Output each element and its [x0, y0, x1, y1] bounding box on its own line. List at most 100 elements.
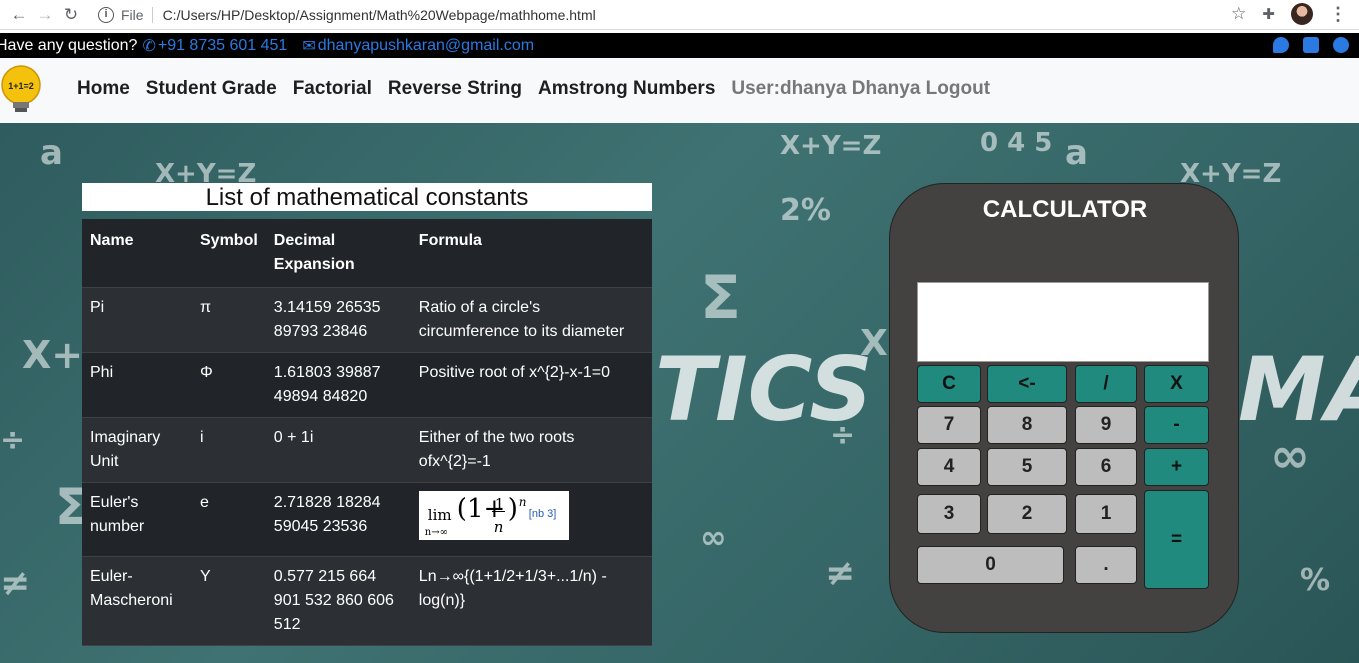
browser-actions: ☆ ✚ ⋮	[1231, 3, 1347, 25]
doodle-numbers: 0 4 5	[980, 128, 1053, 158]
key-backspace[interactable]: <-	[987, 365, 1067, 403]
email-link[interactable]: ✉ dhanyapushkaran@gmail.com	[302, 36, 534, 56]
extensions-icon[interactable]: ✚	[1262, 5, 1275, 23]
nav-reverse-string[interactable]: Reverse String	[388, 78, 522, 100]
doodle-word: MA	[1238, 338, 1359, 441]
phone-number: +91 8735 601 451	[157, 36, 288, 54]
key-4[interactable]: 4	[917, 448, 981, 486]
doodle-a: a	[1065, 133, 1088, 173]
contact-bar: Have any question? ✆ +91 8735 601 451 ✉ …	[0, 33, 1359, 58]
lightbulb-logo-icon[interactable]: 1+1=2	[0, 65, 42, 117]
phone-link[interactable]: ✆ +91 8735 601 451	[142, 36, 287, 56]
address-bar[interactable]: i File C:/Users/HP/Desktop/Assignment/Ma…	[98, 6, 596, 23]
key-0[interactable]: 0	[917, 546, 1064, 584]
question-text: Have any question?	[0, 36, 138, 54]
key-dot[interactable]: .	[1075, 546, 1137, 584]
cell-symbol: π	[192, 287, 266, 353]
doodle-infinity: ∞	[700, 518, 727, 556]
formula-sub: n→∞	[424, 527, 448, 538]
cell-decimal: 3.14159 26535 89793 23846	[265, 287, 411, 353]
cell-formula: Ln→∞{(1+1/2+1/3+...1/n) - log(n)}	[410, 556, 652, 646]
formula-num: 1	[494, 495, 505, 513]
doodle-percent: %	[1300, 563, 1331, 598]
envelope-icon: ✉	[302, 37, 316, 55]
table-row: Euler's number e 2.71828 18284 59045 235…	[82, 482, 652, 557]
cell-formula: lim n→∞ (1+ 1 n ) n [nb 3]	[410, 482, 652, 557]
header-name: Name	[82, 219, 192, 288]
facebook-icon[interactable]	[1333, 37, 1349, 53]
header-symbol: Symbol	[192, 219, 266, 288]
url-text[interactable]: C:/Users/HP/Desktop/Assignment/Math%20We…	[163, 7, 596, 23]
cell-name: Euler-Mascheroni	[82, 556, 192, 646]
nav-amstrong-numbers[interactable]: Amstrong Numbers	[538, 78, 715, 100]
doodle-x: X	[860, 323, 888, 364]
key-7[interactable]: 7	[917, 406, 981, 444]
table-row: Phi Φ 1.61803 39887 49894 84820 Positive…	[82, 352, 652, 418]
profile-avatar[interactable]	[1291, 3, 1313, 25]
nav-user-logout[interactable]: User:dhanya Dhanya Logout	[731, 78, 990, 100]
cell-symbol: Y	[192, 556, 266, 646]
key-plus[interactable]: +	[1144, 448, 1209, 486]
constants-title: List of mathematical constants	[82, 183, 652, 211]
key-2[interactable]: 2	[987, 494, 1067, 534]
twitter-icon[interactable]	[1273, 37, 1289, 53]
doodle-division: ÷	[0, 423, 26, 458]
cell-formula: Either of the two roots ofx^{2}=-1	[410, 417, 652, 483]
divider	[151, 6, 153, 23]
doodle-sigma: Σ	[700, 263, 741, 333]
cell-symbol: e	[192, 482, 266, 557]
social-links	[1273, 37, 1349, 53]
doodle-division: ÷	[830, 418, 856, 453]
cell-symbol: Φ	[192, 352, 266, 418]
forward-icon[interactable]: →	[32, 2, 58, 28]
cell-symbol: i	[192, 417, 266, 483]
file-label: File	[121, 6, 144, 23]
key-3[interactable]: 3	[917, 494, 981, 534]
nav-links: Home Student Grade Factorial Reverse Str…	[77, 78, 990, 100]
doodle-percent: 2%	[780, 193, 831, 228]
table-row: Pi π 3.14159 26535 89793 23846 Ratio of …	[82, 287, 652, 353]
nav-student-grade[interactable]: Student Grade	[146, 78, 277, 100]
cell-decimal: 0 + 1i	[265, 417, 411, 483]
doodle-neq: ≠	[0, 563, 31, 604]
euler-formula-image: lim n→∞ (1+ 1 n ) n [nb 3]	[418, 491, 569, 540]
key-equals[interactable]: =	[1144, 490, 1209, 589]
reload-icon[interactable]: ↻	[58, 2, 84, 28]
phone-icon: ✆	[142, 37, 156, 55]
key-6[interactable]: 6	[1075, 448, 1137, 486]
formula-bar	[491, 511, 505, 512]
table-row: Imaginary Unit i 0 + 1i Either of the tw…	[82, 417, 652, 483]
logo-text: 1+1=2	[8, 81, 34, 91]
key-8[interactable]: 8	[987, 406, 1067, 444]
doodle-x-plus: X+	[22, 333, 84, 377]
key-9[interactable]: 9	[1075, 406, 1137, 444]
back-icon[interactable]: ←	[6, 2, 32, 28]
menu-dots-icon[interactable]: ⋮	[1329, 4, 1347, 25]
info-icon[interactable]: i	[98, 6, 114, 23]
nav-factorial[interactable]: Factorial	[293, 78, 372, 100]
key-1[interactable]: 1	[1075, 494, 1137, 534]
cell-decimal: 2.71828 18284 59045 23536	[265, 482, 411, 557]
key-minus[interactable]: -	[1144, 406, 1209, 444]
main-navbar: 1+1=2 Home Student Grade Factorial Rever…	[0, 58, 1359, 123]
header-formula: Formula	[410, 219, 652, 288]
instagram-icon[interactable]	[1303, 37, 1319, 53]
formula-ref-link[interactable]: [nb 3]	[529, 502, 557, 526]
cell-formula: Ratio of a circle's circumference to its…	[410, 287, 652, 353]
calculator-display[interactable]	[917, 282, 1209, 362]
cell-formula: Positive root of x^{2}-x-1=0	[410, 352, 652, 418]
browser-toolbar: ← → ↻ i File C:/Users/HP/Desktop/Assignm…	[0, 0, 1359, 30]
nav-home[interactable]: Home	[77, 78, 130, 100]
cell-name: Phi	[82, 352, 192, 418]
key-5[interactable]: 5	[987, 448, 1067, 486]
key-divide[interactable]: /	[1075, 365, 1137, 403]
key-clear[interactable]: C	[917, 365, 981, 403]
key-multiply[interactable]: X	[1144, 365, 1209, 403]
formula-exp: n	[518, 495, 527, 509]
bookmark-star-icon[interactable]: ☆	[1231, 4, 1246, 24]
email-address: dhanyapushkaran@gmail.com	[317, 36, 535, 54]
header-decimal: Decimal Expansion	[265, 219, 411, 288]
cell-decimal: 1.61803 39887 49894 84820	[265, 352, 411, 418]
cell-name: Euler's number	[82, 482, 192, 557]
constants-table: Name Symbol Decimal Expansion Formula Pi…	[82, 219, 652, 646]
